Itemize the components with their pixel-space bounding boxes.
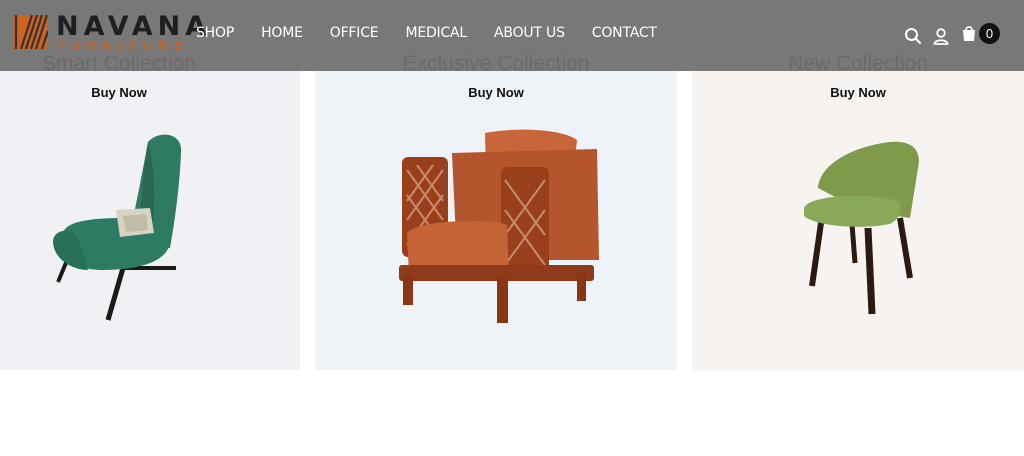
nav-home[interactable]: HOME: [261, 25, 303, 41]
shopping-bag-icon: [963, 26, 975, 41]
cart-button[interactable]: 0: [960, 23, 1000, 47]
olive-dining-chair-image[interactable]: [800, 138, 926, 318]
search-icon[interactable]: [904, 27, 922, 45]
green-wingback-chair-image[interactable]: [48, 130, 188, 325]
buy-now-link[interactable]: Buy Now: [692, 85, 1024, 100]
nav-shop[interactable]: SHOP: [196, 25, 234, 41]
brand-tagline: FURNITURE: [58, 40, 190, 52]
cart-count-badge: 0: [979, 23, 1000, 44]
top-navbar: NAVANA FURNITURE SHOP HOME OFFICE MEDICA…: [0, 0, 1024, 71]
buy-now-link[interactable]: Buy Now: [315, 85, 677, 100]
orange-lattice-armchair-image[interactable]: [397, 125, 607, 330]
nav-medical[interactable]: MEDICAL: [405, 25, 467, 41]
nav-office[interactable]: OFFICE: [330, 25, 379, 41]
header-icons: 0: [894, 23, 1000, 47]
brand-name: NAVANA: [56, 11, 212, 42]
nav-about-us[interactable]: ABOUT US: [494, 25, 565, 41]
main-nav: SHOP HOME OFFICE MEDICAL ABOUT US CONTAC…: [196, 25, 684, 41]
brand-logo[interactable]: NAVANA FURNITURE: [14, 12, 206, 53]
user-icon[interactable]: [932, 27, 950, 45]
buy-now-link[interactable]: Buy Now: [0, 85, 238, 100]
nav-contact[interactable]: CONTACT: [592, 25, 657, 41]
logo-mark-icon: [14, 15, 48, 49]
